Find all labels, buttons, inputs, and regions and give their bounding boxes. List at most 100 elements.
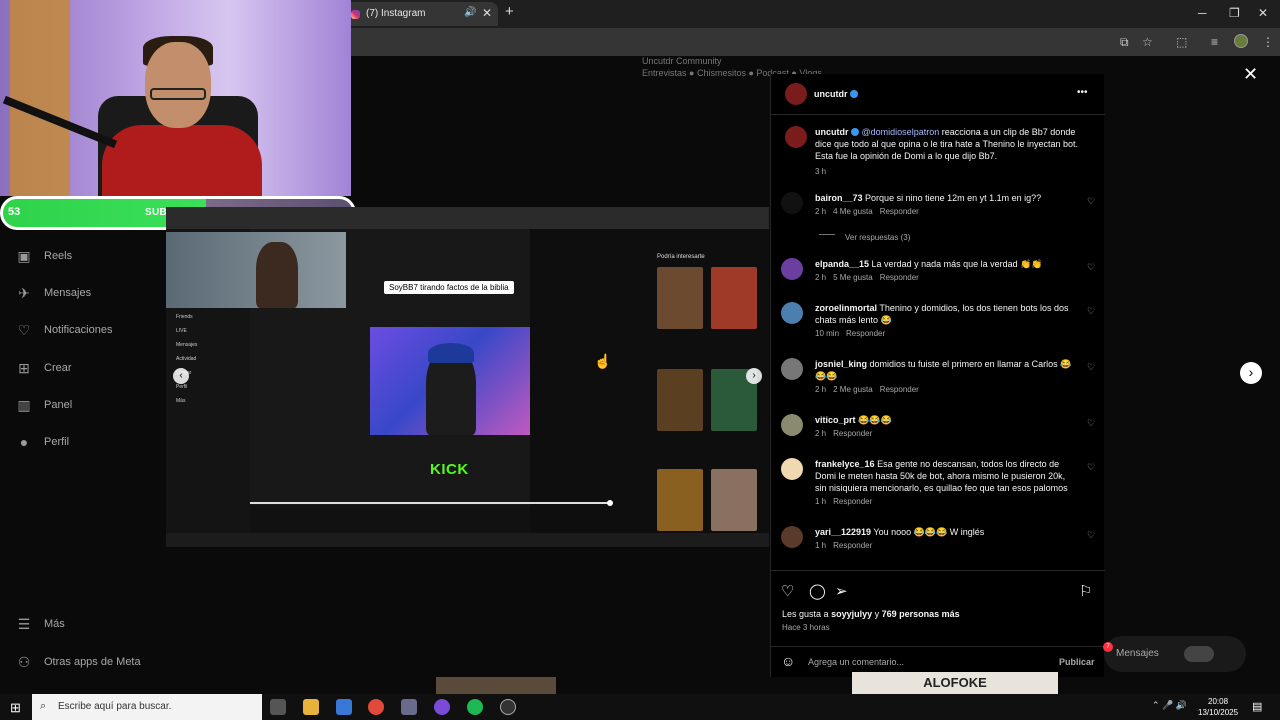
comment-like-icon[interactable]: ♡: [1087, 418, 1095, 429]
comment-reply[interactable]: Responder: [880, 385, 919, 394]
spotify-icon[interactable]: [467, 699, 483, 715]
media-control-icon[interactable]: ≡: [1211, 35, 1218, 49]
clock-time: 20:08: [1208, 697, 1229, 706]
sidebar-item-perfil[interactable]: ● Perfil: [16, 430, 69, 454]
comment-username[interactable]: zoroelinmortal: [815, 303, 877, 313]
author-name[interactable]: uncutdr: [814, 89, 848, 99]
heart-icon: ♡: [17, 321, 31, 338]
comment-like-icon[interactable]: ♡: [1087, 306, 1095, 317]
video-next-button[interactable]: ›: [746, 368, 762, 384]
comment-likes[interactable]: 2 Me gusta: [833, 385, 873, 394]
close-window-button[interactable]: ✕: [1258, 6, 1268, 20]
sidebar-item-mensajes[interactable]: ✈ Mensajes: [16, 281, 91, 305]
reels-icon: ▣: [17, 247, 31, 264]
likes-count[interactable]: 769 personas más: [882, 609, 960, 619]
store-icon[interactable]: [336, 699, 352, 715]
author-avatar[interactable]: [785, 126, 807, 148]
tab-close-icon[interactable]: ✕: [482, 6, 492, 20]
comment-input[interactable]: Agrega un comentario...: [808, 657, 904, 667]
publish-button[interactable]: Publicar: [1059, 657, 1095, 667]
comment-reply[interactable]: Responder: [846, 329, 885, 338]
comment-avatar[interactable]: [781, 414, 803, 436]
comment-like-icon[interactable]: ♡: [1087, 196, 1095, 207]
author-avatar[interactable]: [785, 83, 807, 105]
sidebar-item-crear[interactable]: ⊞ Crear: [16, 356, 71, 380]
comment-likes[interactable]: 5 Me gusta: [833, 273, 873, 282]
comment-reply[interactable]: Responder: [833, 429, 872, 438]
comment-avatar[interactable]: [781, 192, 803, 214]
browser-menu-icon[interactable]: ⋮: [1262, 35, 1274, 49]
comment-icon[interactable]: ◯: [809, 582, 826, 600]
sidebar-item-reels[interactable]: ▣ Reels: [16, 244, 72, 268]
video-progress[interactable]: [250, 500, 613, 506]
partial-thumbnail: [436, 677, 556, 694]
cast-icon[interactable]: ⧉: [1120, 35, 1129, 50]
comment-reply[interactable]: Responder: [833, 541, 872, 550]
taskbar-clock[interactable]: 20:08 13/10/2025: [1198, 696, 1238, 718]
like-icon[interactable]: ♡: [781, 582, 794, 600]
post-video[interactable]: SoyBB7 tirando factos de la biblia KICK …: [166, 207, 769, 547]
comment-reply[interactable]: Responder: [833, 497, 872, 506]
tray-icons[interactable]: ⌃ 🎤 🔊: [1152, 700, 1187, 711]
post-caption: uncutdr @domidioselpatron reacciona a un…: [815, 126, 1085, 162]
comment-avatar[interactable]: [781, 258, 803, 280]
emoji-icon[interactable]: ☺: [781, 653, 795, 669]
comment-username[interactable]: elpanda__15: [815, 259, 869, 269]
new-tab-button[interactable]: +: [505, 3, 514, 20]
obs-icon[interactable]: [434, 699, 450, 715]
comment-like-icon[interactable]: ♡: [1087, 530, 1095, 541]
file-explorer-icon[interactable]: [303, 699, 319, 715]
comment-avatar[interactable]: [781, 458, 803, 480]
comment-reply[interactable]: Responder: [880, 207, 919, 216]
app2-icon[interactable]: [500, 699, 516, 715]
taskbar-search[interactable]: ⌕ Escribe aquí para buscar.: [32, 694, 262, 720]
comment-likes[interactable]: 4 Me gusta: [833, 207, 873, 216]
sidebar-item-panel[interactable]: ▥ Panel: [16, 393, 72, 417]
comment-avatar[interactable]: [781, 526, 803, 548]
notifications-icon[interactable]: ▤: [1252, 700, 1262, 713]
comment-like-icon[interactable]: ♡: [1087, 262, 1095, 273]
video-prev-button[interactable]: ‹: [173, 368, 189, 384]
comment-username[interactable]: yari__122919: [815, 527, 871, 537]
profile-avatar[interactable]: [1234, 34, 1248, 48]
comment-meta: 1 h Responder: [815, 541, 879, 550]
comment-username[interactable]: vitico_prt: [815, 415, 856, 425]
save-icon[interactable]: ⚐: [1079, 582, 1092, 600]
sidebar-item-label: Otras apps de Meta: [44, 656, 141, 668]
comment-username[interactable]: josniel_king: [815, 359, 867, 369]
meta-apps-icon: ⚇: [17, 653, 31, 670]
comment-avatar[interactable]: [781, 358, 803, 380]
comment-username[interactable]: frankelyce_16: [815, 459, 875, 469]
task-view-icon[interactable]: [270, 699, 286, 715]
extensions-icon[interactable]: ⬚: [1176, 35, 1187, 49]
windows-start-icon[interactable]: ⊞: [10, 700, 21, 716]
comment-like-icon[interactable]: ♡: [1087, 362, 1095, 373]
video-caption: SoyBB7 tirando factos de la biblia: [384, 281, 514, 294]
share-icon[interactable]: ➢: [835, 582, 848, 600]
comment-time: 10 min: [815, 329, 840, 338]
comment-avatar[interactable]: [781, 302, 803, 324]
sidebar-item-meta-apps[interactable]: ⚇ Otras apps de Meta: [16, 650, 141, 674]
view-replies-link[interactable]: Ver respuestas (3): [845, 233, 910, 242]
comment-meta: 1 h Responder: [815, 497, 879, 506]
likes-user[interactable]: soyyjulyy: [831, 609, 872, 619]
caption-username[interactable]: uncutdr: [815, 127, 849, 137]
tab-instagram[interactable]: (7) Instagram 🔊 ✕: [344, 2, 498, 26]
more-options-icon[interactable]: •••: [1077, 87, 1088, 98]
video-nav-label: Perfil: [176, 384, 188, 390]
restore-button[interactable]: ❐: [1229, 6, 1240, 20]
sidebar-item-notificaciones[interactable]: ♡ Notificaciones: [16, 318, 113, 342]
app-icon[interactable]: [401, 699, 417, 715]
bookmark-star-icon[interactable]: ☆: [1142, 35, 1153, 49]
comment-reply[interactable]: Responder: [880, 273, 919, 282]
comment-username[interactable]: bairon__73: [815, 193, 863, 203]
close-modal-icon[interactable]: ✕: [1243, 64, 1258, 85]
chrome-icon[interactable]: [368, 699, 384, 715]
caption-mention[interactable]: @domidioselpatron: [862, 127, 940, 137]
messages-pill[interactable]: 7 Mensajes: [1103, 636, 1246, 672]
speaker-icon[interactable]: 🔊: [464, 7, 476, 18]
minimize-button[interactable]: ─: [1198, 6, 1207, 20]
next-post-button[interactable]: ›: [1240, 362, 1262, 384]
comment-like-icon[interactable]: ♡: [1087, 462, 1095, 473]
sidebar-item-more[interactable]: ☰ Más: [16, 612, 65, 636]
